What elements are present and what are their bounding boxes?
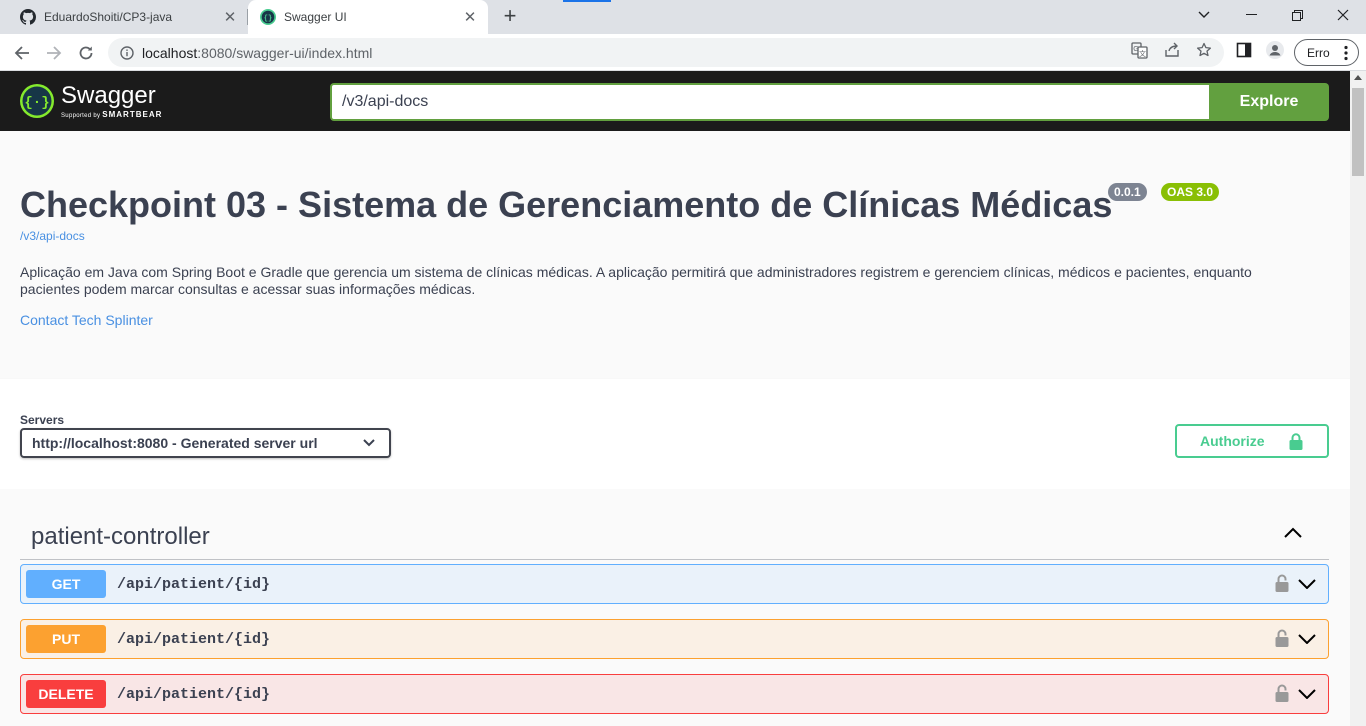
scrollbar-thumb[interactable] xyxy=(1352,88,1364,176)
svg-text:{·}: {·} xyxy=(24,95,49,111)
api-info: Checkpoint 03 - Sistema de Gerenciamento… xyxy=(0,131,1350,379)
minimize-icon xyxy=(1245,14,1257,15)
operation-get[interactable]: GET /api/patient/{id} xyxy=(20,564,1329,604)
definition-url-input[interactable]: /v3/api-docs xyxy=(330,83,1210,121)
tab-search-button[interactable] xyxy=(1181,0,1227,30)
version-badge: 0.0.1 xyxy=(1108,183,1147,201)
lock-icon[interactable] xyxy=(1275,684,1289,702)
address-url: localhost:8080/swagger-ui/index.html xyxy=(142,45,372,61)
http-method-badge: PUT xyxy=(26,625,106,653)
api-description: Aplicação em Java com Spring Boot e Grad… xyxy=(20,264,1252,297)
operation-put[interactable]: PUT /api/patient/{id} xyxy=(20,619,1329,659)
chevron-up-icon[interactable] xyxy=(1283,526,1303,538)
svg-text:文: 文 xyxy=(1139,49,1146,58)
github-icon xyxy=(20,9,36,25)
close-window-button[interactable] xyxy=(1320,0,1366,30)
tab-title: Swagger UI xyxy=(284,10,347,24)
profile-avatar[interactable] xyxy=(1266,41,1284,59)
url-host: localhost xyxy=(142,44,198,61)
translate-icon[interactable]: 文G xyxy=(1130,41,1148,59)
servers-select[interactable]: http://localhost:8080 - Generated server… xyxy=(20,428,391,458)
servers-section: Servers http://localhost:8080 - Generate… xyxy=(0,379,1350,489)
tab-loading-indicator xyxy=(563,0,611,2)
chevron-down-icon[interactable] xyxy=(1298,634,1316,644)
authorize-label: Authorize xyxy=(1200,433,1265,449)
close-icon[interactable]: ✕ xyxy=(218,8,242,26)
browser-toolbar: localhost:8080/swagger-ui/index.html 文G … xyxy=(0,34,1366,71)
info-icon[interactable] xyxy=(120,45,134,60)
reload-icon xyxy=(79,46,93,60)
profile-error-label: Erro xyxy=(1307,45,1330,60)
oas-badge: OAS 3.0 xyxy=(1161,183,1220,201)
tab-swagger[interactable]: {} Swagger UI ✕ xyxy=(248,0,488,34)
explore-button[interactable]: Explore xyxy=(1209,83,1329,121)
close-icon xyxy=(1337,9,1349,21)
scroll-up-arrow-icon[interactable] xyxy=(1354,75,1362,80)
chevron-down-icon xyxy=(363,439,375,447)
more-vert-icon xyxy=(1344,45,1348,61)
brand-sub-name: SMARTBEAR xyxy=(102,109,163,119)
swagger-icon: {} xyxy=(260,9,276,25)
restore-icon xyxy=(1291,9,1303,21)
star-icon[interactable] xyxy=(1195,41,1213,59)
chevron-down-icon xyxy=(1198,11,1210,18)
operation-path: /api/patient/{id} xyxy=(117,575,271,593)
swagger-brand: Swagger xyxy=(61,81,156,109)
lock-icon xyxy=(1289,433,1303,450)
page-viewport: {·} Swagger Supported by SMARTBEAR /v3/a… xyxy=(0,71,1350,726)
svg-text:{}: {} xyxy=(264,15,272,23)
authorize-button[interactable]: Authorize xyxy=(1175,424,1329,458)
brand-sub-prefix: Supported by xyxy=(61,112,101,119)
minimize-button[interactable] xyxy=(1228,0,1274,30)
lock-icon[interactable] xyxy=(1275,629,1289,647)
browser-tab-strip: EduardoShoiti/CP3-java ✕ {} Swagger UI ✕… xyxy=(0,0,1366,34)
operation-path: /api/patient/{id} xyxy=(117,685,271,703)
servers-label: Servers xyxy=(20,413,65,427)
chevron-down-icon[interactable] xyxy=(1298,689,1316,699)
http-method-badge: DELETE xyxy=(26,680,106,708)
swagger-topbar: {·} Swagger Supported by SMARTBEAR /v3/a… xyxy=(0,71,1350,131)
close-icon[interactable]: ✕ xyxy=(458,8,482,26)
tab-github[interactable]: EduardoShoiti/CP3-java ✕ xyxy=(8,0,248,34)
tag-name: patient-controller xyxy=(31,523,210,550)
profile-error-button[interactable]: Erro xyxy=(1294,39,1359,66)
api-docs-link[interactable]: /v3/api-docs xyxy=(20,229,85,243)
side-panel-icon[interactable] xyxy=(1235,41,1253,59)
new-tab-button[interactable]: + xyxy=(497,4,523,30)
tab-title: EduardoShoiti/CP3-java xyxy=(44,10,173,24)
swagger-brand-sub: Supported by SMARTBEAR xyxy=(61,110,162,119)
address-bar[interactable]: localhost:8080/swagger-ui/index.html xyxy=(108,38,1224,67)
chevron-down-icon[interactable] xyxy=(1298,579,1316,589)
restore-button[interactable] xyxy=(1274,0,1320,30)
contact-link[interactable]: Contact Tech Splinter xyxy=(20,312,153,328)
http-method-badge: GET xyxy=(26,570,106,598)
operation-delete[interactable]: DELETE /api/patient/{id} xyxy=(20,674,1329,714)
page-scrollbar[interactable] xyxy=(1350,71,1366,726)
servers-selected-value: http://localhost:8080 - Generated server… xyxy=(32,435,318,451)
back-button[interactable] xyxy=(8,39,36,67)
arrow-right-icon xyxy=(47,46,62,60)
lock-icon[interactable] xyxy=(1275,574,1289,592)
arrow-left-icon xyxy=(14,46,29,60)
operation-path: /api/patient/{id} xyxy=(117,630,271,648)
url-path: :8080/swagger-ui/index.html xyxy=(197,44,373,61)
swagger-logo[interactable]: {·} Swagger Supported by SMARTBEAR xyxy=(20,81,162,121)
tag-heading[interactable]: patient-controller xyxy=(20,521,1329,560)
api-title: Checkpoint 03 - Sistema de Gerenciamento… xyxy=(20,184,1113,225)
svg-text:G: G xyxy=(1133,46,1138,53)
swagger-logo-text: Swagger Supported by SMARTBEAR xyxy=(61,81,162,119)
reload-button[interactable] xyxy=(72,39,100,67)
forward-button[interactable] xyxy=(40,39,68,67)
swagger-logo-icon: {·} xyxy=(20,84,54,118)
share-icon[interactable] xyxy=(1163,41,1181,59)
